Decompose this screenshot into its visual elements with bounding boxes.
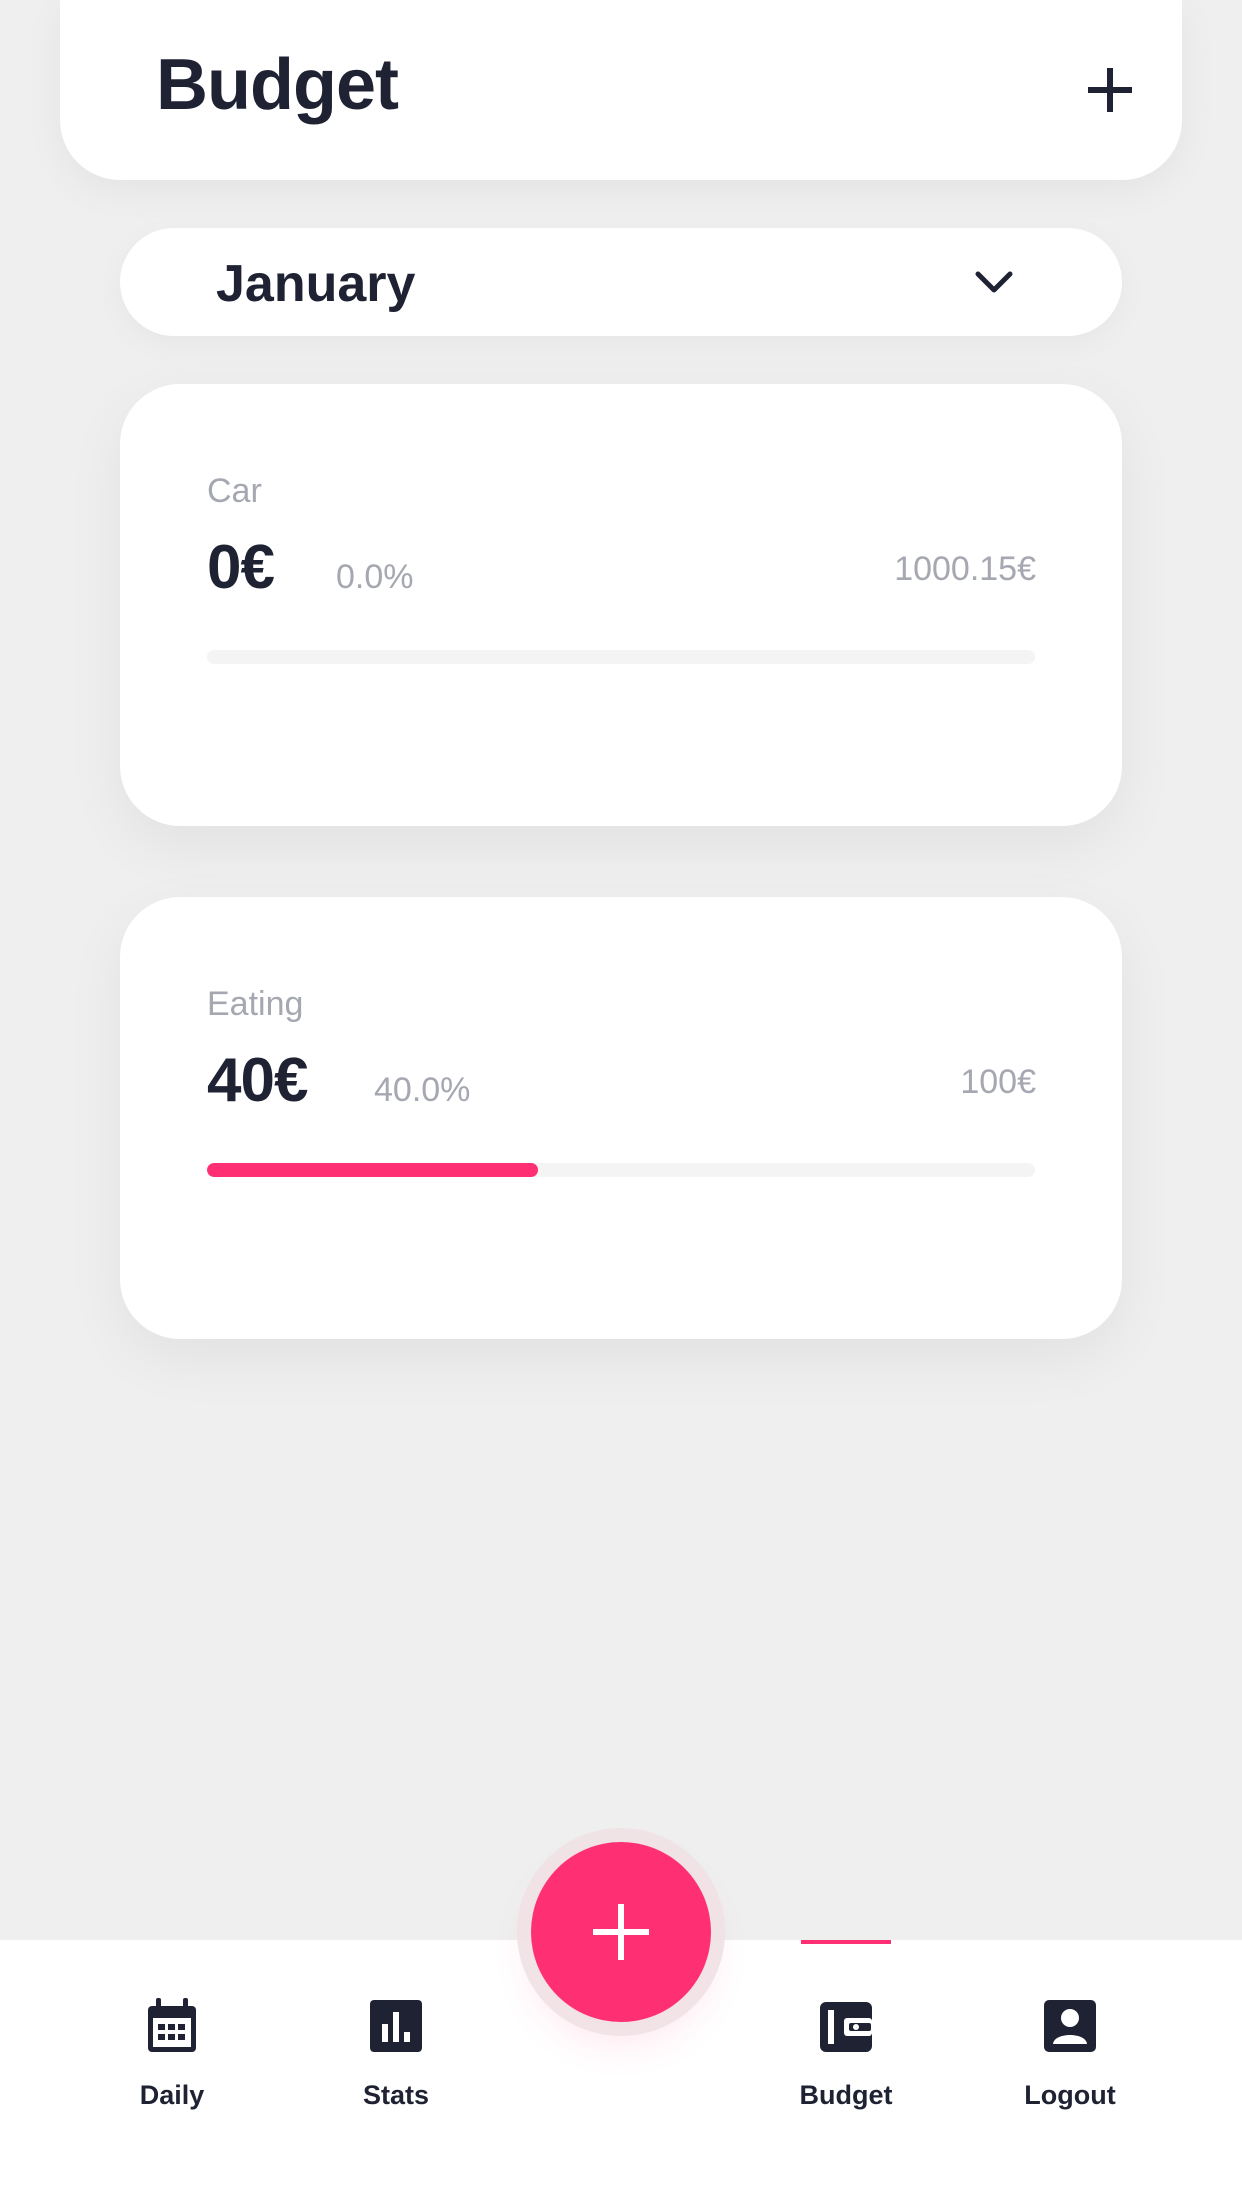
plus-icon: [593, 1904, 649, 1960]
add-budget-button[interactable]: [1080, 60, 1140, 120]
selected-month: January: [216, 255, 416, 313]
budget-category: Eating: [207, 985, 304, 1023]
nav-item-daily[interactable]: Daily: [92, 1998, 252, 2111]
nav-label: Budget: [799, 2080, 893, 2110]
budget-limit: 100€: [960, 1063, 1036, 1101]
budget-spent: 0€: [207, 533, 275, 602]
month-dropdown[interactable]: January: [120, 228, 1122, 336]
budget-card-car[interactable]: Car 0€ 0.0% 1000.15€: [120, 384, 1122, 826]
plus-icon: [1088, 68, 1132, 112]
calendar-icon: [148, 1998, 196, 2052]
nav-label: Daily: [139, 2080, 205, 2110]
budget-percent: 0.0%: [336, 558, 414, 596]
add-transaction-button[interactable]: [531, 1842, 711, 2022]
wallet-icon: [820, 2002, 872, 2052]
nav-label: Stats: [362, 2080, 430, 2110]
nav-label: Logout: [1024, 2080, 1116, 2110]
nav-item-budget[interactable]: Budget: [766, 1998, 926, 2111]
budget-limit: 1000.15€: [894, 550, 1036, 588]
bar-chart-icon: [370, 2000, 422, 2052]
nav-item-logout[interactable]: Logout: [990, 1998, 1150, 2111]
budget-card-eating[interactable]: Eating 40€ 40.0% 100€: [120, 897, 1122, 1339]
budget-progress-track: [207, 650, 1035, 664]
budget-progress-fill: [207, 1163, 539, 1177]
budget-spent: 40€: [207, 1046, 308, 1115]
account-icon: [1044, 2000, 1096, 2052]
active-tab-indicator: [801, 1940, 891, 1944]
page-title: Budget: [156, 45, 399, 125]
chevron-down-icon: [975, 271, 1013, 293]
nav-item-stats[interactable]: Stats: [316, 1998, 476, 2111]
budget-category: Car: [207, 472, 262, 510]
budget-progress-track: [207, 1163, 1035, 1177]
budget-percent: 40.0%: [374, 1071, 471, 1109]
app-header: Budget: [60, 0, 1182, 180]
